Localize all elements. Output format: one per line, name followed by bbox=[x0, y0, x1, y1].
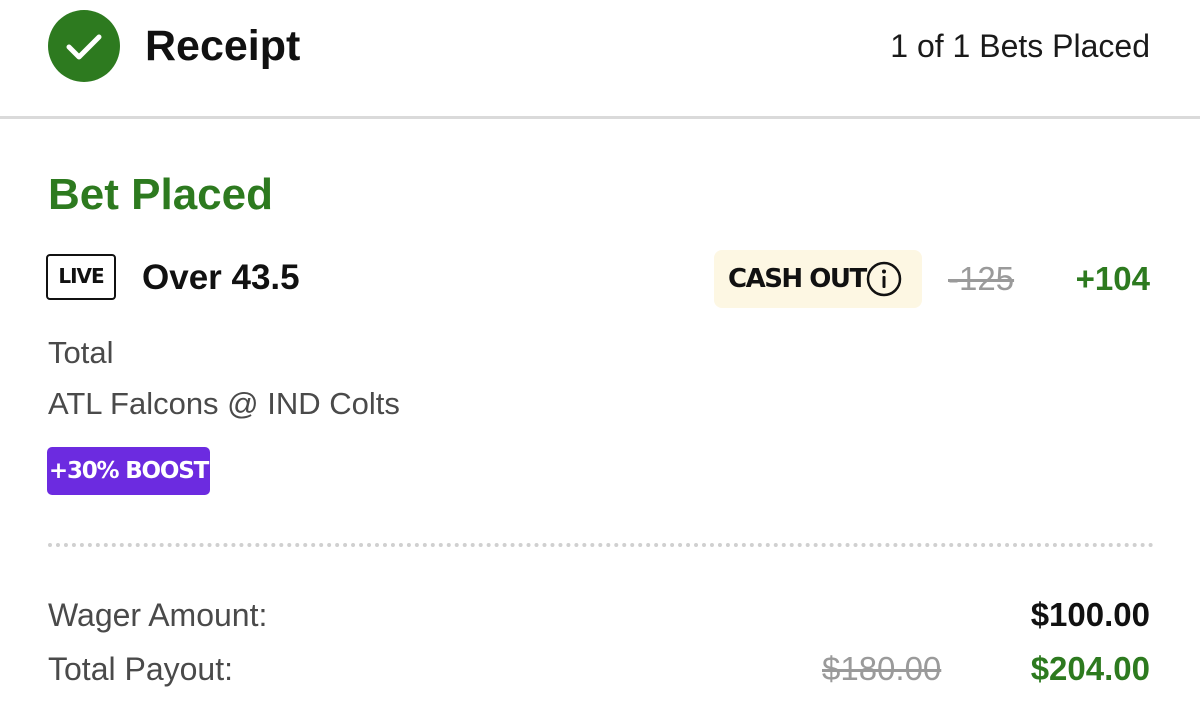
receipt-header: Receipt 1 of 1 Bets Placed bbox=[0, 0, 1200, 119]
wager-amount-label: Wager Amount: bbox=[48, 597, 268, 633]
original-payout: $180.00 bbox=[822, 650, 942, 687]
wager-amount-value: $100.00 bbox=[1030, 596, 1150, 633]
boosted-odds: +104 bbox=[1075, 260, 1150, 297]
info-icon[interactable] bbox=[865, 260, 903, 298]
cash-out-label: CASH OUT bbox=[728, 264, 867, 294]
bets-placed-count: 1 of 1 Bets Placed bbox=[890, 28, 1150, 64]
live-badge: LIVE bbox=[46, 254, 116, 300]
bet-selection: Over 43.5 bbox=[142, 258, 300, 297]
boost-badge: +30% BOOST bbox=[47, 447, 210, 495]
page-title: Receipt bbox=[145, 22, 301, 70]
bet-status: Bet Placed bbox=[48, 170, 273, 219]
original-odds: -125 bbox=[948, 260, 1015, 297]
bet-market: Total bbox=[48, 335, 114, 370]
bet-event: ATL Falcons @ IND Colts bbox=[48, 386, 400, 421]
dotted-divider bbox=[48, 543, 1154, 547]
cash-out-button[interactable]: CASH OUT bbox=[714, 250, 922, 308]
boosted-payout: $204.00 bbox=[1030, 650, 1150, 687]
check-circle-icon bbox=[48, 10, 120, 82]
total-payout-label: Total Payout: bbox=[48, 651, 233, 687]
